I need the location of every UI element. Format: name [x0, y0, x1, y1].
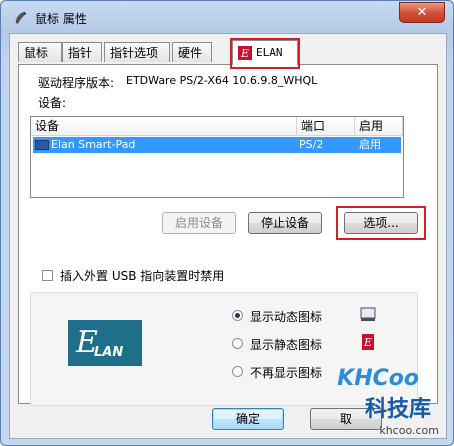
touchpad-tray-icon	[360, 307, 376, 321]
driver-version-value: ETDWare PS/2-X64 10.6.9.8_WHQL	[126, 74, 318, 87]
watermark-brand: KHCoo	[337, 366, 419, 391]
close-icon: ✕	[416, 5, 428, 20]
tab-label: 硬件	[178, 46, 203, 60]
device-enabled: 启用	[359, 138, 381, 151]
close-button[interactable]: ✕	[399, 2, 445, 23]
show-static-icon-label: 显示静态图标	[250, 338, 323, 352]
khcoo-watermark: KHCoo 科技库 khcoo.com	[331, 361, 449, 441]
column-port[interactable]: 端口	[297, 117, 355, 135]
device-port: PS/2	[299, 138, 324, 151]
title-bar[interactable]: 鼠标 属性 ✕	[1, 1, 453, 33]
tab-hardware[interactable]: 硬件	[172, 42, 212, 62]
show-animated-icon-label: 显示动态图标	[250, 310, 323, 324]
mouse-properties-window: 鼠标 属性 ✕ 鼠标键 指针 指针选项 硬件 E ELAN 驱动程序版本: ET…	[0, 0, 454, 446]
tab-label: 指针选项	[110, 46, 159, 60]
hide-icon-radio[interactable]	[232, 366, 243, 377]
device-name: Elan Smart-Pad	[51, 138, 136, 151]
watermark-cn: 科技库	[364, 397, 431, 422]
watermark-url: khcoo.com	[379, 424, 439, 437]
svg-text:E: E	[240, 47, 249, 60]
elan-logo: E LAN	[68, 320, 142, 366]
show-static-icon-radio[interactable]	[232, 338, 243, 349]
window-title: 鼠标 属性	[35, 12, 87, 26]
tab-elan[interactable]: E ELAN	[232, 40, 298, 65]
stop-device-button[interactable]: 停止设备	[248, 212, 322, 234]
svg-text:LAN: LAN	[94, 345, 123, 360]
enable-device-button[interactable]: 启用设备	[162, 212, 236, 234]
column-device[interactable]: 设备	[31, 117, 297, 135]
driver-version-label: 驱动程序版本:	[38, 76, 115, 90]
tab-pointer-options[interactable]: 指针选项	[104, 42, 170, 62]
tab-label: 指针	[68, 46, 93, 60]
usb-disable-label: 插入外置 USB 指向装置时禁用	[60, 269, 225, 283]
elan-tray-icon: E	[362, 334, 374, 350]
svg-text:E: E	[363, 336, 372, 349]
show-animated-icon-radio[interactable]	[232, 310, 243, 321]
column-enabled[interactable]: 启用	[355, 117, 403, 135]
tab-label: ELAN	[256, 46, 283, 59]
hide-icon-label: 不再显示图标	[250, 366, 323, 380]
devices-label: 设备:	[38, 96, 67, 110]
device-list[interactable]: 设备 端口 启用 Elan Smart-Pad PS/2 启用	[30, 116, 404, 198]
device-list-header: 设备 端口 启用	[31, 117, 403, 136]
ok-button[interactable]: 确定	[212, 408, 284, 430]
elan-icon: E	[238, 46, 252, 60]
mouse-icon	[15, 11, 27, 24]
tab-mouse-buttons[interactable]: 鼠标键	[18, 42, 62, 80]
touchpad-icon	[35, 140, 49, 150]
usb-disable-checkbox[interactable]	[42, 270, 53, 281]
device-row[interactable]: Elan Smart-Pad PS/2 启用	[33, 137, 401, 153]
options-button[interactable]: 选项...	[344, 212, 418, 234]
tab-pointers[interactable]: 指针	[62, 42, 102, 62]
